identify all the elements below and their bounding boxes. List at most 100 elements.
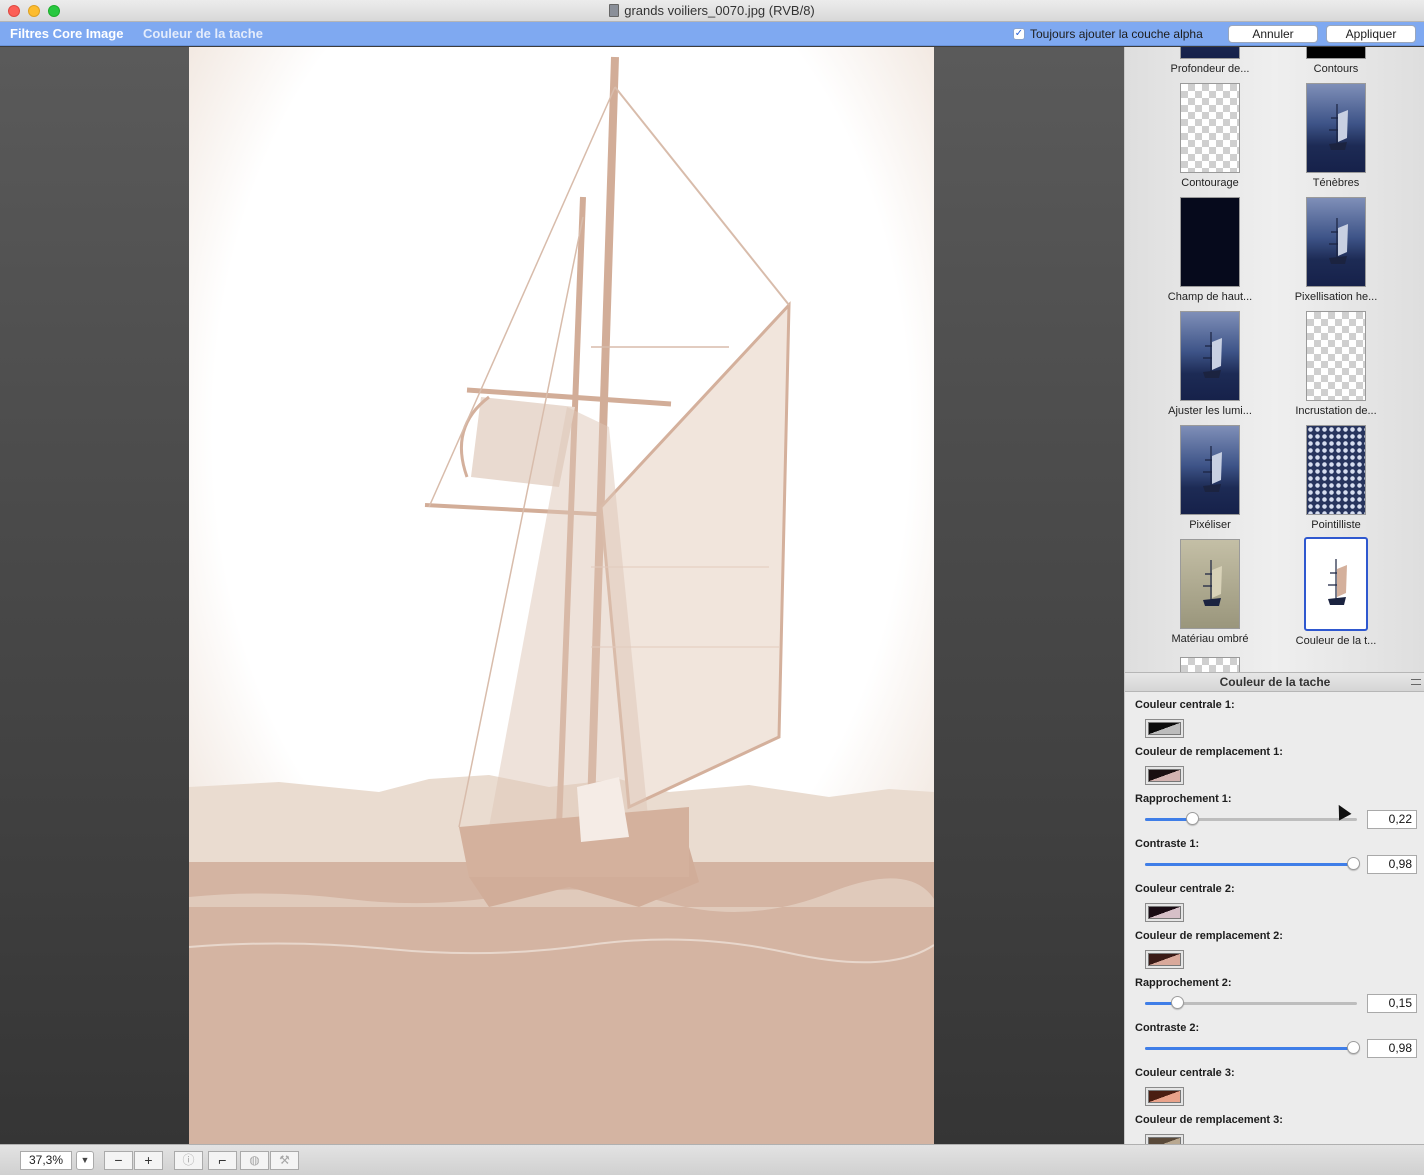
color-well[interactable] xyxy=(1145,1087,1184,1106)
thumbnail-label[interactable]: Profondeur de... xyxy=(1147,63,1273,75)
filter-thumbnail[interactable]: Pixéliser xyxy=(1147,425,1273,531)
window-title: grands voiliers_0070.jpg (RVB/8) xyxy=(0,3,1424,18)
title-bar: grands voiliers_0070.jpg (RVB/8) xyxy=(0,0,1424,22)
thumbnail-image[interactable] xyxy=(1306,311,1366,401)
color-well[interactable] xyxy=(1145,766,1184,785)
bottom-toolbar: 37,3% ▼ − + ⓘ ⌐ ◍ ⚒ xyxy=(0,1144,1424,1175)
filter-thumbnail[interactable]: Champ de haut... xyxy=(1147,197,1273,303)
filter-thumbnail[interactable]: Matériau ombré xyxy=(1147,539,1273,645)
param-label: Rapprochement 1: xyxy=(1135,793,1232,805)
param-value-field[interactable]: 0,22 xyxy=(1367,810,1417,829)
param-label: Contraste 2: xyxy=(1135,1022,1200,1034)
filter-thumbnail[interactable]: Contourage xyxy=(1147,83,1273,189)
thumbnail-image[interactable] xyxy=(1180,539,1240,629)
ship-icon xyxy=(1327,218,1349,266)
thumbnail-label[interactable]: Pixellisation he... xyxy=(1273,291,1399,303)
thumbnail-image[interactable] xyxy=(1180,47,1240,59)
param-value-field[interactable]: 0,98 xyxy=(1367,855,1417,874)
thumbnail-label[interactable]: Incrustation de... xyxy=(1273,405,1399,417)
thumbnail-image[interactable] xyxy=(1180,311,1240,401)
alpha-checkbox[interactable]: ✓ xyxy=(1013,28,1025,40)
cancel-button[interactable]: Annuler xyxy=(1228,25,1318,43)
thumbnail-label[interactable]: Matériau ombré xyxy=(1147,633,1273,645)
filter-thumbnail[interactable]: Pointilliste xyxy=(1273,425,1399,531)
ship-icon xyxy=(1201,560,1223,608)
thumbnail-image[interactable] xyxy=(1180,197,1240,287)
slider-fill xyxy=(1145,818,1192,821)
slider-knob[interactable] xyxy=(1346,857,1360,870)
info-icon[interactable]: ⓘ xyxy=(174,1151,203,1170)
thumbnail-label[interactable]: Contourage xyxy=(1147,177,1273,189)
color-well-swatch xyxy=(1148,769,1181,782)
color-well[interactable] xyxy=(1145,1134,1184,1144)
params-header: Couleur de la tache xyxy=(1125,672,1424,692)
color-well-swatch xyxy=(1148,1090,1181,1103)
apply-button[interactable]: Appliquer xyxy=(1326,25,1416,43)
document-icon xyxy=(609,4,620,17)
param-slider[interactable] xyxy=(1145,1041,1360,1054)
zoom-field[interactable]: 37,3% xyxy=(20,1151,72,1170)
slider-knob[interactable] xyxy=(1170,996,1184,1009)
thumbnail-image[interactable] xyxy=(1180,83,1240,173)
alpha-checkbox-label[interactable]: Toujours ajouter la couche alpha xyxy=(1030,27,1203,41)
thumbnail-image[interactable] xyxy=(1306,197,1366,287)
ship-icon xyxy=(1201,446,1223,494)
next-thumbnail-image[interactable] xyxy=(1180,657,1240,672)
preview-image[interactable] xyxy=(189,47,934,1144)
filter-thumbnail[interactable]: Pixellisation he... xyxy=(1273,197,1399,303)
param-value-field[interactable]: 0,98 xyxy=(1367,1039,1417,1058)
color-well-swatch xyxy=(1148,722,1181,735)
filter-browser-panel: Profondeur de... Contours Contourage Ténèbr… xyxy=(1124,47,1424,1144)
thumbnail-image[interactable] xyxy=(1304,537,1368,631)
slider-fill xyxy=(1145,1047,1353,1050)
ship-icon xyxy=(1326,559,1348,607)
thumbnail-label[interactable]: Contours xyxy=(1273,63,1399,75)
thumbnail-image[interactable] xyxy=(1306,425,1366,515)
param-slider[interactable] xyxy=(1145,812,1357,825)
thumbnail-label[interactable]: Pointilliste xyxy=(1273,519,1399,531)
param-value-field[interactable]: 0,15 xyxy=(1367,994,1417,1013)
filter-thumbnail[interactable]: Ténèbres xyxy=(1273,83,1399,189)
color-wheel-icon[interactable]: ◍ xyxy=(240,1151,269,1170)
param-label: Contraste 1: xyxy=(1135,838,1200,850)
thumbnail-label[interactable]: Pixéliser xyxy=(1147,519,1273,531)
filter-parameters: Couleur centrale 1: Couleur de remplaceme… xyxy=(1125,693,1424,1144)
ship-icon xyxy=(1327,104,1349,152)
filter-thumbnail[interactable]: Couleur de la t... xyxy=(1273,537,1399,647)
ship-icon xyxy=(1201,332,1223,380)
thumbnail-label[interactable]: Champ de haut... xyxy=(1147,291,1273,303)
color-well[interactable] xyxy=(1145,950,1184,969)
thumbnail-label[interactable]: Ténèbres xyxy=(1273,177,1399,189)
crop-icon[interactable]: ⌐ xyxy=(208,1151,237,1170)
app-title: Filtres Core Image xyxy=(10,26,124,41)
color-well[interactable] xyxy=(1145,719,1184,738)
thumbnail-image[interactable] xyxy=(1306,47,1366,59)
thumbnail-label[interactable]: Couleur de la t... xyxy=(1273,635,1399,647)
param-label: Couleur centrale 1: xyxy=(1135,699,1235,711)
filter-thumbnail[interactable]: Contours xyxy=(1273,47,1399,75)
param-slider[interactable] xyxy=(1145,857,1360,870)
param-label: Rapprochement 2: xyxy=(1135,977,1232,989)
wrench-icon[interactable]: ⚒ xyxy=(270,1151,299,1170)
panel-handle-icon[interactable] xyxy=(1411,679,1421,685)
filter-thumbnails-list[interactable]: Profondeur de... Contours Contourage Ténèbr… xyxy=(1125,47,1424,672)
thumbnail-label[interactable]: Ajuster les lumi... xyxy=(1147,405,1273,417)
filter-thumbnail[interactable]: Profondeur de... xyxy=(1147,47,1273,75)
slider-knob[interactable] xyxy=(1185,812,1199,825)
color-well-swatch xyxy=(1148,906,1181,919)
filter-thumbnail[interactable]: Ajuster les lumi... xyxy=(1147,311,1273,417)
zoom-dropdown-chevron-icon[interactable]: ▼ xyxy=(76,1151,94,1170)
thumbnail-image[interactable] xyxy=(1180,425,1240,515)
zoom-in-button[interactable]: + xyxy=(134,1151,163,1170)
param-label: Couleur de remplacement 3: xyxy=(1135,1114,1283,1126)
param-slider[interactable] xyxy=(1145,996,1357,1009)
slider-knob[interactable] xyxy=(1346,1041,1360,1054)
filter-thumbnail[interactable]: Incrustation de... xyxy=(1273,311,1399,417)
zoom-out-button[interactable]: − xyxy=(104,1151,133,1170)
color-well-swatch xyxy=(1148,1137,1181,1144)
param-label: Couleur de remplacement 1: xyxy=(1135,746,1283,758)
color-well-swatch xyxy=(1148,953,1181,966)
canvas-area[interactable] xyxy=(0,47,1124,1144)
thumbnail-image[interactable] xyxy=(1306,83,1366,173)
color-well[interactable] xyxy=(1145,903,1184,922)
